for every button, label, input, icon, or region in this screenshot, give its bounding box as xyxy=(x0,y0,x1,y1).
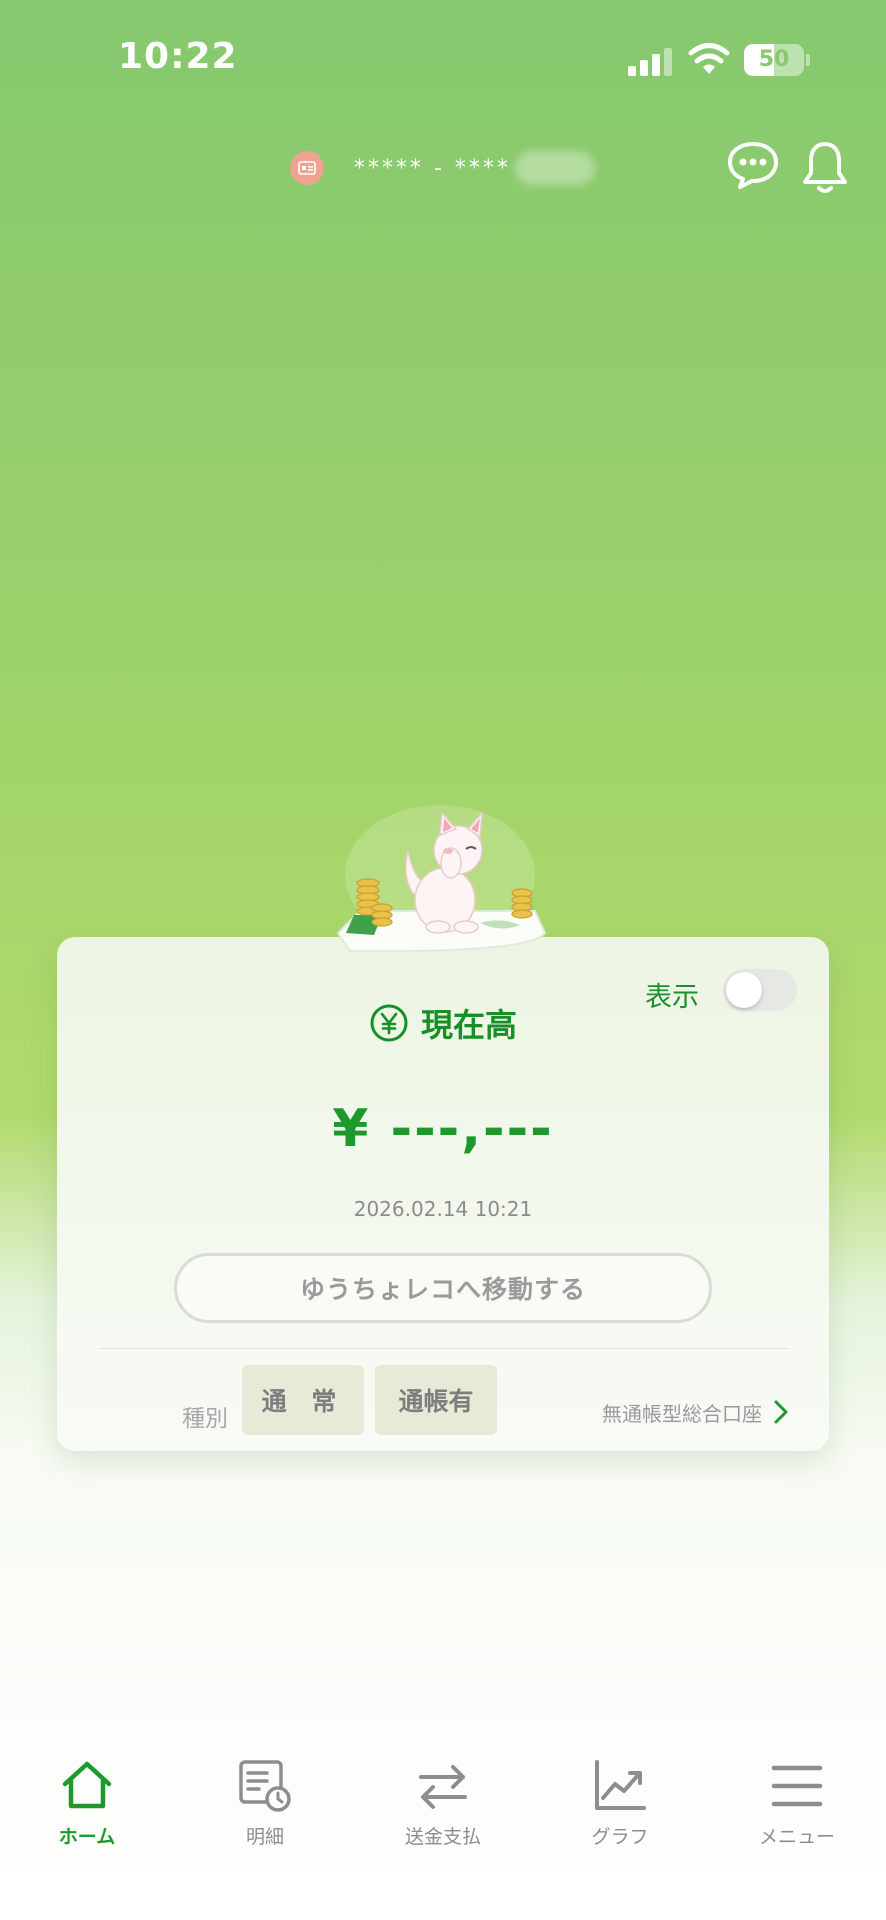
account-number: ***** - **** xyxy=(354,155,511,181)
yen-icon xyxy=(370,1004,408,1042)
battery-indicator: 50 xyxy=(744,44,810,76)
tab-graph[interactable]: グラフ xyxy=(550,1740,690,1850)
chart-icon xyxy=(595,1760,646,1810)
card-divider xyxy=(99,1348,789,1349)
tab-statement[interactable]: 明細 xyxy=(195,1740,335,1850)
balance-amount: ¥ ---,--- xyxy=(332,1099,554,1159)
wifi-icon xyxy=(688,43,730,74)
cellular-signal-icon xyxy=(628,48,672,76)
tab-menu[interactable]: メニュー xyxy=(727,1740,867,1850)
tab-graph-label: グラフ xyxy=(591,1826,649,1848)
tab-transfer[interactable]: 送金支払 xyxy=(373,1740,513,1850)
transfer-icon xyxy=(419,1765,467,1809)
chevron-right-icon xyxy=(774,1400,788,1424)
chat-icon[interactable] xyxy=(726,140,780,190)
status-bar: 10:22 50 xyxy=(0,0,886,120)
account-type-link-label: 無通帳型総合口座 xyxy=(602,1401,762,1426)
notification-bell-icon[interactable] xyxy=(800,140,850,196)
battery-percent: 50 xyxy=(758,47,790,72)
tab-home[interactable]: ホーム xyxy=(17,1740,157,1850)
home-icon xyxy=(62,1761,112,1809)
account-card-icon xyxy=(290,151,324,185)
statement-icon xyxy=(239,1760,291,1812)
account-selector[interactable]: ***** - **** xyxy=(290,150,595,186)
cat-mascot-illustration xyxy=(336,805,547,953)
account-type-chip-passbook: 通帳有 xyxy=(375,1365,497,1435)
tab-statement-label: 明細 xyxy=(245,1826,284,1848)
balance-title: 現在高 xyxy=(420,1006,517,1044)
bottom-tab-bar: ホーム 明細 送金支払 グラフ メニュー xyxy=(0,1740,886,1860)
tab-transfer-label: 送金支払 xyxy=(404,1826,481,1848)
balance-card: 表示 現在高 ¥ ---,--- 2026.02.14 10:21 ゆうちょレコ… xyxy=(57,937,829,1451)
balance-timestamp: 2026.02.14 10:21 xyxy=(353,1197,533,1221)
yucho-reco-button[interactable]: ゆうちょレコへ移動する xyxy=(174,1253,712,1323)
menu-icon xyxy=(771,1765,823,1807)
account-number-masked xyxy=(514,151,595,185)
tab-home-label: ホーム xyxy=(58,1826,116,1848)
tab-menu-label: メニュー xyxy=(758,1826,835,1848)
balance-title-row: 現在高 xyxy=(57,999,829,1047)
account-type-link[interactable]: 無通帳型総合口座 xyxy=(602,1397,788,1427)
status-time: 10:22 xyxy=(118,36,238,77)
account-type-chip-normal: 通 常 xyxy=(242,1365,364,1435)
account-type-label: 種別 xyxy=(182,1406,228,1432)
